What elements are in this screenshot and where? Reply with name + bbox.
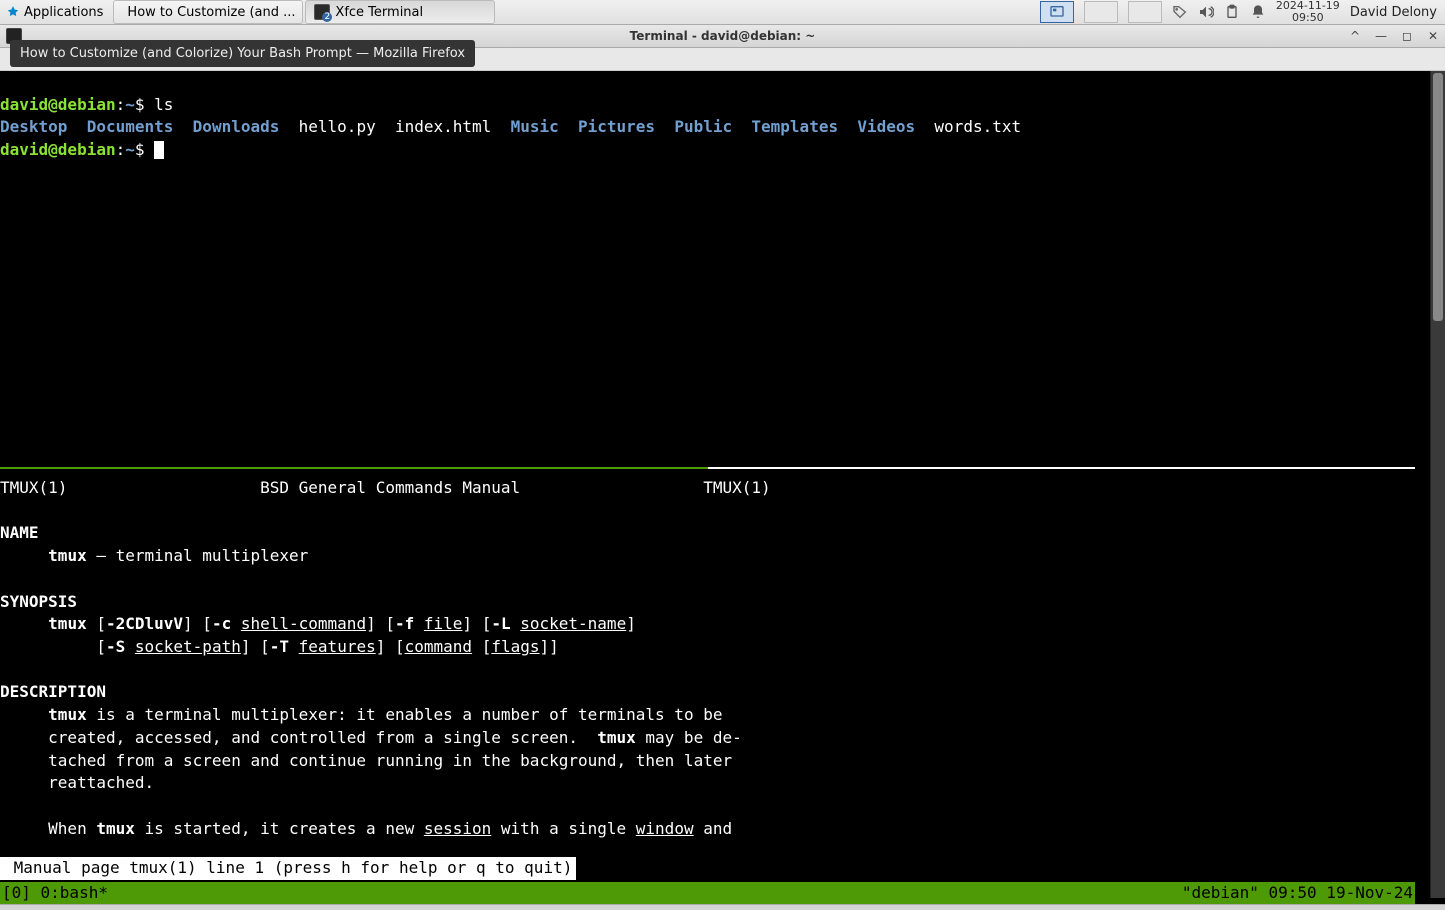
- close-button[interactable]: ✕: [1425, 28, 1441, 44]
- taskbar: How to Customize (and ... Xfce Terminal: [113, 0, 495, 24]
- man-header-left: TMUX(1): [0, 478, 67, 497]
- workspace-2[interactable]: [1128, 1, 1162, 23]
- terminal-content[interactable]: david@debian:~$ ls Desktop Documents Dow…: [0, 71, 1430, 904]
- xfce-logo-icon: [6, 5, 20, 19]
- taskbar-firefox-label: How to Customize (and ...: [127, 5, 295, 20]
- show-desktop-button[interactable]: [1040, 1, 1074, 23]
- taskbar-firefox[interactable]: How to Customize (and ...: [113, 0, 303, 24]
- man-name-tmux: tmux: [48, 546, 87, 565]
- window-controls: ^ — ◻ ✕: [1347, 28, 1441, 44]
- man-header-right: TMUX(1): [703, 478, 770, 497]
- terminal-icon: [314, 4, 330, 20]
- show-desktop-icon: [1049, 4, 1065, 20]
- panel-right: 2024-11-19 09:50 David Delony: [1040, 0, 1445, 24]
- tag-icon[interactable]: [1172, 4, 1188, 20]
- maximize-button[interactable]: ◻: [1399, 28, 1415, 44]
- notification-icon[interactable]: [1250, 4, 1266, 20]
- man-name-desc: — terminal multiplexer: [87, 546, 309, 565]
- terminal-area[interactable]: david@debian:~$ ls Desktop Documents Dow…: [0, 71, 1445, 904]
- applications-menu[interactable]: Applications: [0, 0, 109, 24]
- ls-index: index.html: [395, 117, 491, 136]
- tooltip: How to Customize (and Colorize) Your Bas…: [10, 40, 475, 67]
- taskbar-terminal-label: Xfce Terminal: [335, 5, 423, 20]
- window-resize-edge[interactable]: [0, 904, 1445, 910]
- ls-documents: Documents: [87, 117, 174, 136]
- man-syn-tmux: tmux: [48, 614, 87, 633]
- divider-inactive: [708, 467, 1416, 469]
- divider-active: [0, 467, 708, 469]
- prompt-user-2: david@debian: [0, 140, 116, 159]
- window-title: Terminal - david@debian: ~: [630, 29, 816, 43]
- ls-templates: Templates: [751, 117, 838, 136]
- man-name-heading: NAME: [0, 523, 39, 542]
- man-statusline: Manual page tmux(1) line 1 (press h for …: [0, 857, 576, 880]
- terminal-scrollbar[interactable]: [1430, 71, 1445, 898]
- man-desc-heading: DESCRIPTION: [0, 682, 106, 701]
- ls-videos: Videos: [857, 117, 915, 136]
- minimize-button[interactable]: —: [1373, 28, 1389, 44]
- cursor: [154, 141, 164, 159]
- command-ls: ls: [154, 95, 173, 114]
- clipboard-icon[interactable]: [1224, 4, 1240, 20]
- pane-bottom-manpage[interactable]: TMUX(1) BSD General Commands Manual TMUX…: [0, 477, 1415, 841]
- applications-label: Applications: [24, 5, 103, 20]
- prompt-path-2: ~: [125, 140, 135, 159]
- prompt-path: ~: [125, 95, 135, 114]
- ls-hello: hello.py: [299, 117, 376, 136]
- man-header-center: BSD General Commands Manual: [260, 478, 520, 497]
- man-synopsis-heading: SYNOPSIS: [0, 592, 77, 611]
- prompt-user: david@debian: [0, 95, 116, 114]
- ls-desktop: Desktop: [0, 117, 67, 136]
- workspace-1[interactable]: [1084, 1, 1118, 23]
- shade-button[interactable]: ^: [1347, 28, 1363, 44]
- ls-downloads: Downloads: [193, 117, 280, 136]
- volume-icon[interactable]: [1198, 4, 1214, 20]
- prompt-symbol: $: [135, 95, 145, 114]
- scrollbar-thumb[interactable]: [1433, 73, 1443, 321]
- tmux-status-right: "debian" 09:50 19-Nov-24: [1182, 882, 1413, 904]
- panel-clock[interactable]: 2024-11-19 09:50: [1276, 0, 1340, 23]
- xfce-panel: Applications How to Customize (and ... X…: [0, 0, 1445, 25]
- ls-words: words.txt: [934, 117, 1021, 136]
- user-menu[interactable]: David Delony: [1350, 5, 1437, 20]
- tmux-pane-divider[interactable]: [0, 467, 1415, 469]
- clock-time: 09:50: [1276, 12, 1340, 24]
- ls-music: Music: [511, 117, 559, 136]
- tmux-statusbar: [0] 0:bash* "debian" 09:50 19-Nov-24: [0, 882, 1415, 904]
- pane-top[interactable]: david@debian:~$ ls Desktop Documents Dow…: [0, 94, 1430, 162]
- ls-pictures: Pictures: [578, 117, 655, 136]
- ls-public: Public: [674, 117, 732, 136]
- tmux-status-left: [0] 0:bash*: [2, 882, 108, 904]
- taskbar-terminal[interactable]: Xfce Terminal: [305, 0, 495, 24]
